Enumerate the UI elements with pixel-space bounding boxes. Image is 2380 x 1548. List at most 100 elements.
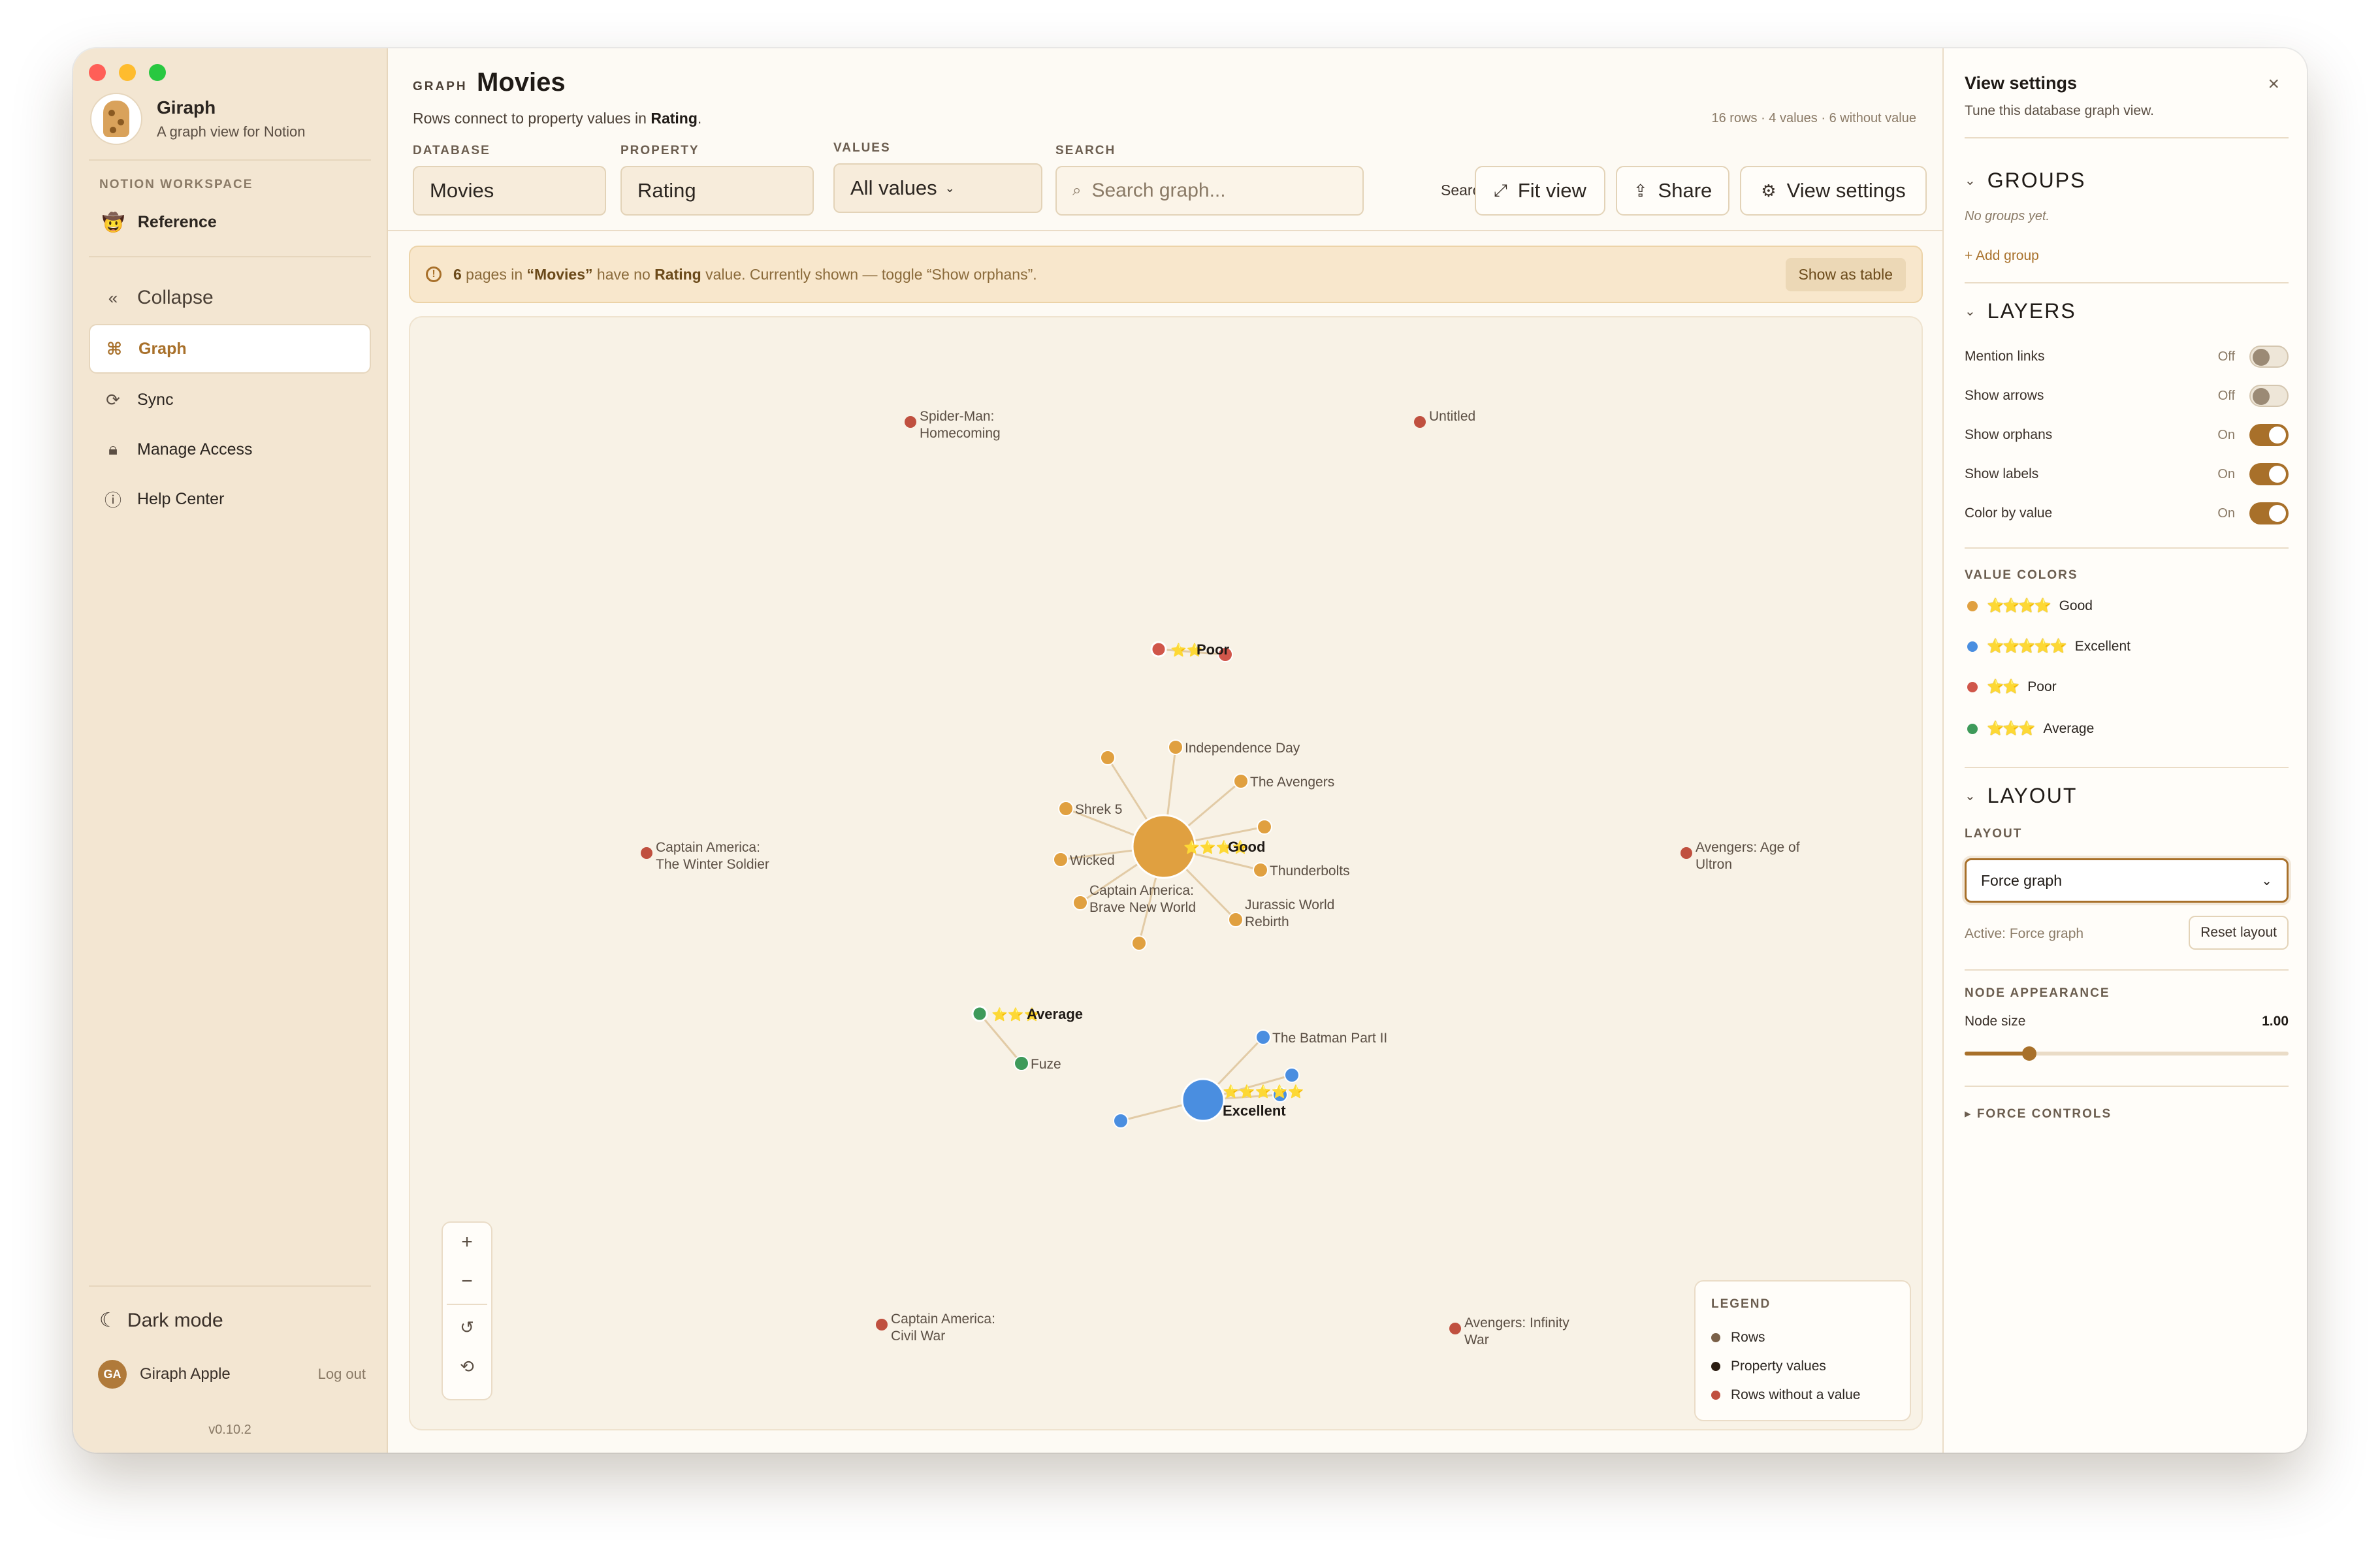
sidebar-item-sync[interactable]: ⟳ Sync	[89, 376, 371, 423]
orphan-node-label: War	[1464, 1332, 1489, 1347]
row-node[interactable]	[1113, 1113, 1129, 1129]
row-node[interactable]	[1284, 1067, 1300, 1083]
row-node[interactable]	[1072, 895, 1088, 911]
value-node-stars: ⭐⭐⭐⭐⭐	[1223, 1084, 1304, 1099]
row-node[interactable]	[1168, 739, 1183, 755]
row-node[interactable]	[1100, 750, 1116, 766]
dark-mode-label: Dark mode	[127, 1309, 223, 1331]
minimize-window-button[interactable]	[119, 64, 136, 81]
show-orphans-toggle[interactable]	[2249, 424, 2289, 446]
close-icon[interactable]: ×	[2268, 73, 2279, 95]
search-input[interactable]: ⌕ Search graph...	[1055, 166, 1364, 216]
row-node[interactable]	[1257, 819, 1272, 835]
row-node-label: Captain America:	[1089, 883, 1194, 898]
value-node[interactable]	[1181, 1078, 1225, 1122]
show-arrows-toggle[interactable]	[2249, 385, 2289, 407]
row-node[interactable]	[1233, 773, 1249, 789]
row-node[interactable]	[1253, 862, 1268, 878]
app-version: v0.10.2	[208, 1423, 251, 1437]
legend-swatch	[1711, 1362, 1720, 1371]
collapse-sidebar-button[interactable]: « Collapse	[89, 274, 371, 321]
database-label: DATABASE	[413, 144, 490, 157]
row-node-label: Fuze	[1031, 1057, 1061, 1072]
layout-section-toggle[interactable]: ⌄ LAYOUT	[1965, 784, 2077, 808]
graph-svg[interactable]: Independence Day The Avengers Shrek 5 Wicke…	[410, 317, 1923, 1430]
sidebar-item-help-center[interactable]: ⓘ Help Center	[89, 476, 371, 523]
layer-show-labels: Show labels On	[1965, 461, 2289, 487]
orphan-node[interactable]	[876, 1319, 888, 1330]
value-color-good[interactable]: ⭐⭐⭐⭐ Good	[1967, 598, 2093, 614]
value-node[interactable]	[1150, 641, 1167, 658]
expand-icon: ⤢	[1494, 180, 1507, 200]
sync-icon: ⟳	[106, 389, 120, 410]
graph-canvas[interactable]: Independence Day The Avengers Shrek 5 Wicke…	[409, 316, 1923, 1430]
color-by-value-toggle[interactable]	[2249, 502, 2289, 524]
history-icon[interactable]: ⟲	[443, 1347, 491, 1386]
collapse-label: Collapse	[137, 287, 214, 308]
force-controls-toggle[interactable]: ▸ FORCE CONTROLS	[1965, 1106, 2112, 1121]
mention-links-toggle[interactable]	[2249, 346, 2289, 368]
reset-view-icon[interactable]: ↺	[443, 1308, 491, 1347]
slider-thumb[interactable]	[2022, 1046, 2037, 1061]
property-select[interactable]: Rating	[620, 166, 814, 216]
orphan-node[interactable]	[1414, 416, 1426, 428]
panel-title: View settings	[1965, 73, 2078, 93]
row-node[interactable]	[1131, 935, 1147, 951]
row-node[interactable]	[1014, 1056, 1029, 1071]
row-node[interactable]	[1255, 1029, 1271, 1045]
legend-item: Rows	[1711, 1323, 1894, 1352]
layers-section-toggle[interactable]: ⌄ LAYERS	[1965, 299, 2076, 323]
row-node[interactable]	[1228, 912, 1244, 927]
chevron-down-icon: ⌄	[1965, 789, 1977, 803]
row-node[interactable]	[1058, 801, 1074, 816]
orphan-node[interactable]	[641, 847, 652, 859]
logout-link[interactable]: Log out	[318, 1366, 366, 1383]
node-size-value: 1.00	[2262, 1014, 2289, 1029]
dark-mode-toggle[interactable]: ☾ Dark mode	[99, 1309, 223, 1332]
value-label: Average	[2043, 721, 2095, 736]
workspace-item-reference[interactable]: 🤠 Reference	[102, 212, 217, 233]
node-size-slider[interactable]	[1965, 1046, 2289, 1061]
groups-section-toggle[interactable]: ⌄ GROUPS	[1965, 169, 2085, 193]
banner-text-a: pages in	[461, 265, 527, 283]
row-node[interactable]	[1053, 852, 1069, 867]
show-labels-toggle[interactable]	[2249, 463, 2289, 485]
sidebar-item-graph[interactable]: ⌘ Graph	[89, 324, 371, 374]
value-color-average[interactable]: ⭐⭐⭐ Average	[1967, 721, 2094, 737]
legend-label: Rows	[1731, 1330, 1765, 1345]
orphan-node-label: Homecoming	[920, 426, 1001, 441]
value-node[interactable]	[971, 1005, 988, 1022]
zoom-out-button[interactable]: −	[443, 1262, 491, 1301]
values-select[interactable]: All values ⌄	[833, 163, 1042, 213]
fit-view-button[interactable]: ⤢ Fit view	[1475, 166, 1605, 216]
sidebar-item-manage-access[interactable]: 🔒︎ Manage Access	[89, 426, 371, 473]
row-node-label: Independence Day	[1185, 741, 1300, 756]
view-settings-button[interactable]: ⚙ View settings	[1740, 166, 1927, 216]
orphan-node[interactable]	[1449, 1323, 1461, 1334]
divider	[1965, 767, 2289, 768]
value-color-poor[interactable]: ⭐⭐ Poor	[1967, 679, 2057, 695]
add-group-button[interactable]: + Add group	[1965, 248, 2039, 264]
values-label: VALUES	[833, 141, 891, 155]
zoom-in-button[interactable]: +	[443, 1223, 491, 1262]
layer-show-orphans: Show orphans On	[1965, 422, 2289, 448]
layout-select[interactable]: Force graph ⌄	[1965, 858, 2289, 903]
double-chevron-left-icon: «	[108, 287, 118, 308]
sidebar-nav: « Collapse ⌘ Graph ⟳ Sync 🔒︎ Manage Acce…	[89, 274, 371, 525]
share-button[interactable]: ⇪ Share	[1616, 166, 1729, 216]
database-select[interactable]: Movies	[413, 166, 606, 216]
value-color-excellent[interactable]: ⭐⭐⭐⭐⭐ Excellent	[1967, 639, 2131, 654]
close-window-button[interactable]	[89, 64, 106, 81]
stars-icon: ⭐⭐⭐	[1987, 721, 2035, 736]
orphan-node-label: The Winter Soldier	[656, 857, 769, 872]
maximize-window-button[interactable]	[149, 64, 166, 81]
row-node-label: Rebirth	[1245, 914, 1289, 929]
orphan-node[interactable]	[1680, 847, 1692, 859]
show-as-table-button[interactable]: Show as table	[1785, 257, 1906, 291]
value-colors-title: VALUE COLORS	[1965, 568, 2078, 582]
graph-stats: 16 rows · 4 values · 6 without value	[1711, 111, 1917, 125]
workspace-item-label: Reference	[137, 213, 217, 231]
divider	[1965, 969, 2289, 971]
reset-layout-button[interactable]: Reset layout	[2189, 916, 2289, 950]
orphan-node[interactable]	[905, 416, 916, 428]
